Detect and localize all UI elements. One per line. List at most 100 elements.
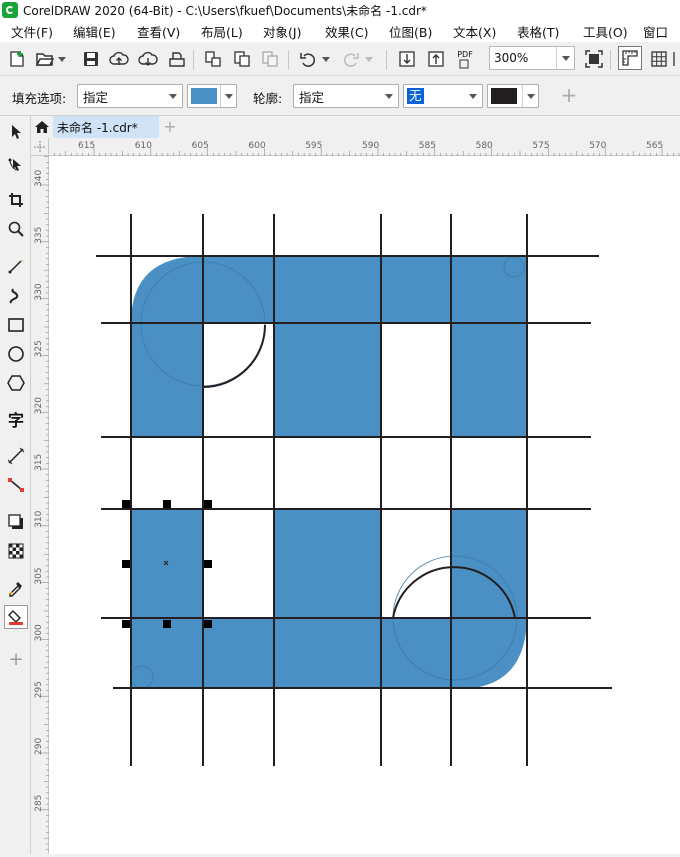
outline-width-field[interactable]: 无 <box>403 84 483 108</box>
coreldraw-app-icon <box>2 2 18 18</box>
zoom-level-value: 300% <box>494 51 529 65</box>
horizontal-ruler-label: 570 <box>589 141 606 151</box>
zoom-level-field[interactable]: 300% <box>489 46 575 70</box>
fill-type-select[interactable]: 指定 <box>77 84 183 108</box>
menu-object[interactable]: 对象(J) <box>252 22 314 41</box>
save-icon[interactable] <box>80 48 102 70</box>
window-title: CorelDRAW 2020 (64-Bit) - C:\Users\fkuef… <box>23 3 427 18</box>
outline-type-value: 指定 <box>299 89 325 105</box>
guidelines-toggle-icon[interactable] <box>672 48 680 70</box>
import-arrow-icon[interactable] <box>396 48 418 70</box>
undo-dropdown-icon[interactable] <box>320 48 332 70</box>
new-tab-plus-icon[interactable]: + <box>161 118 179 136</box>
pdf-icon <box>459 59 469 68</box>
menu-file[interactable]: 文件(F) <box>0 22 62 41</box>
open-dropdown-icon[interactable] <box>56 48 68 70</box>
eyedropper-tool-icon[interactable] <box>4 576 28 600</box>
drawing-artwork <box>96 214 612 766</box>
horizontal-ruler-label: 615 <box>78 141 95 151</box>
rulers-toggle-icon[interactable] <box>618 46 642 70</box>
zoom-dropdown-icon[interactable] <box>556 47 574 69</box>
horizontal-ruler-label: 600 <box>248 141 265 151</box>
home-tab-icon[interactable] <box>31 116 53 138</box>
open-folder-icon[interactable] <box>34 48 56 70</box>
horizontal-ruler-label: 605 <box>192 141 209 151</box>
export-icon[interactable] <box>231 48 253 70</box>
cloud-upload-icon[interactable] <box>108 48 130 70</box>
horizontal-ruler-label: 585 <box>419 141 436 151</box>
standard-toolbar: PDF <box>0 42 680 76</box>
vertical-ruler-label: 310 <box>34 510 44 527</box>
pdf-export-button[interactable]: PDF <box>454 48 476 70</box>
rectangle-tool-icon[interactable] <box>4 313 28 337</box>
full-screen-icon[interactable] <box>583 48 605 70</box>
menu-window[interactable]: 窗口 <box>632 22 672 41</box>
drawing-canvas[interactable] <box>49 156 680 854</box>
outline-type-dropdown-icon <box>380 85 398 107</box>
menu-layout[interactable]: 布局(L) <box>190 22 252 41</box>
grid-toggle-icon[interactable] <box>648 48 670 70</box>
menu-view[interactable]: 查看(V) <box>126 22 190 41</box>
vertical-ruler-label: 285 <box>34 795 44 812</box>
publish-icon <box>259 48 281 70</box>
pdf-label: PDF <box>457 49 473 59</box>
add-tool-plus-icon[interactable]: + <box>4 647 28 671</box>
menu-effects[interactable]: 效果(C) <box>314 22 378 41</box>
artistic-media-tool-icon[interactable] <box>4 284 28 308</box>
fill-type-dropdown-icon <box>164 85 182 107</box>
outline-width-dropdown-icon[interactable] <box>464 85 482 107</box>
menu-edit[interactable]: 编辑(E) <box>62 22 126 41</box>
print-icon[interactable] <box>166 48 188 70</box>
menu-bitmaps[interactable]: 位图(B) <box>378 22 442 41</box>
fill-options-label: 填充选项: <box>12 91 67 106</box>
outline-type-select[interactable]: 指定 <box>293 84 399 108</box>
pick-tool-icon[interactable] <box>4 120 28 144</box>
menu-table[interactable]: 表格(T) <box>506 22 572 41</box>
cloud-sync-icon[interactable] <box>137 48 159 70</box>
horizontal-ruler-label: 580 <box>476 141 493 151</box>
vertical-ruler-label: 335 <box>34 227 44 244</box>
menu-bar: 文件(F) 编辑(E) 查看(V) 布局(L) 对象(J) 效果(C) 位图(B… <box>0 20 680 42</box>
vertical-ruler-label: 300 <box>34 624 44 641</box>
menu-text[interactable]: 文本(X) <box>442 22 506 41</box>
horizontal-ruler[interactable]: 615 610 605 600 595 590 585 580 575 570 565 <box>49 138 680 156</box>
outline-width-value: 无 <box>407 88 424 104</box>
ruler-origin-corner[interactable] <box>31 138 49 156</box>
outline-color-picker[interactable] <box>487 84 539 108</box>
interactive-fill-tool-icon[interactable] <box>4 605 28 629</box>
outline-color-dropdown-icon <box>522 85 538 107</box>
fill-color-picker[interactable] <box>187 84 237 108</box>
blue-grid-shape[interactable] <box>131 256 527 689</box>
document-tab-strip: 未命名 -1.cdr* + <box>31 116 680 138</box>
horizontal-ruler-label: 575 <box>532 141 549 151</box>
document-tab[interactable]: 未命名 -1.cdr* <box>53 116 159 138</box>
parallel-dimension-tool-icon[interactable] <box>4 444 28 468</box>
redo-dropdown-icon <box>363 48 375 70</box>
connector-tool-icon[interactable] <box>4 473 28 497</box>
text-tool-icon[interactable]: 字 <box>4 407 28 431</box>
transparency-tool-icon[interactable] <box>4 539 28 563</box>
add-property-plus-icon[interactable]: + <box>558 85 580 107</box>
undo-icon[interactable] <box>297 48 319 70</box>
import-icon[interactable] <box>202 48 224 70</box>
polygon-tool-icon[interactable] <box>4 371 28 395</box>
freehand-tool-icon[interactable] <box>4 254 28 278</box>
redo-icon <box>340 48 362 70</box>
new-document-icon[interactable] <box>6 48 28 70</box>
zoom-tool-icon[interactable] <box>4 217 28 241</box>
horizontal-ruler-label: 610 <box>135 141 152 151</box>
vertical-ruler-label: 330 <box>34 283 44 300</box>
shape-tool-icon[interactable] <box>4 151 28 175</box>
export-arrow-icon[interactable] <box>425 48 447 70</box>
menu-tools[interactable]: 工具(O) <box>572 22 632 41</box>
vertical-ruler[interactable]: 340 335 330 325 320 315 310 305 300 295 290 285 <box>31 156 49 854</box>
crop-tool-icon[interactable] <box>4 188 28 212</box>
vertical-ruler-label: 320 <box>34 397 44 414</box>
vertical-ruler-label: 305 <box>34 567 44 584</box>
drop-shadow-tool-icon[interactable] <box>4 510 28 534</box>
horizontal-ruler-label: 590 <box>362 141 379 151</box>
vertical-ruler-label: 340 <box>34 170 44 187</box>
outline-label: 轮廓: <box>253 91 283 106</box>
vertical-ruler-label: 325 <box>34 340 44 357</box>
ellipse-tool-icon[interactable] <box>4 342 28 366</box>
